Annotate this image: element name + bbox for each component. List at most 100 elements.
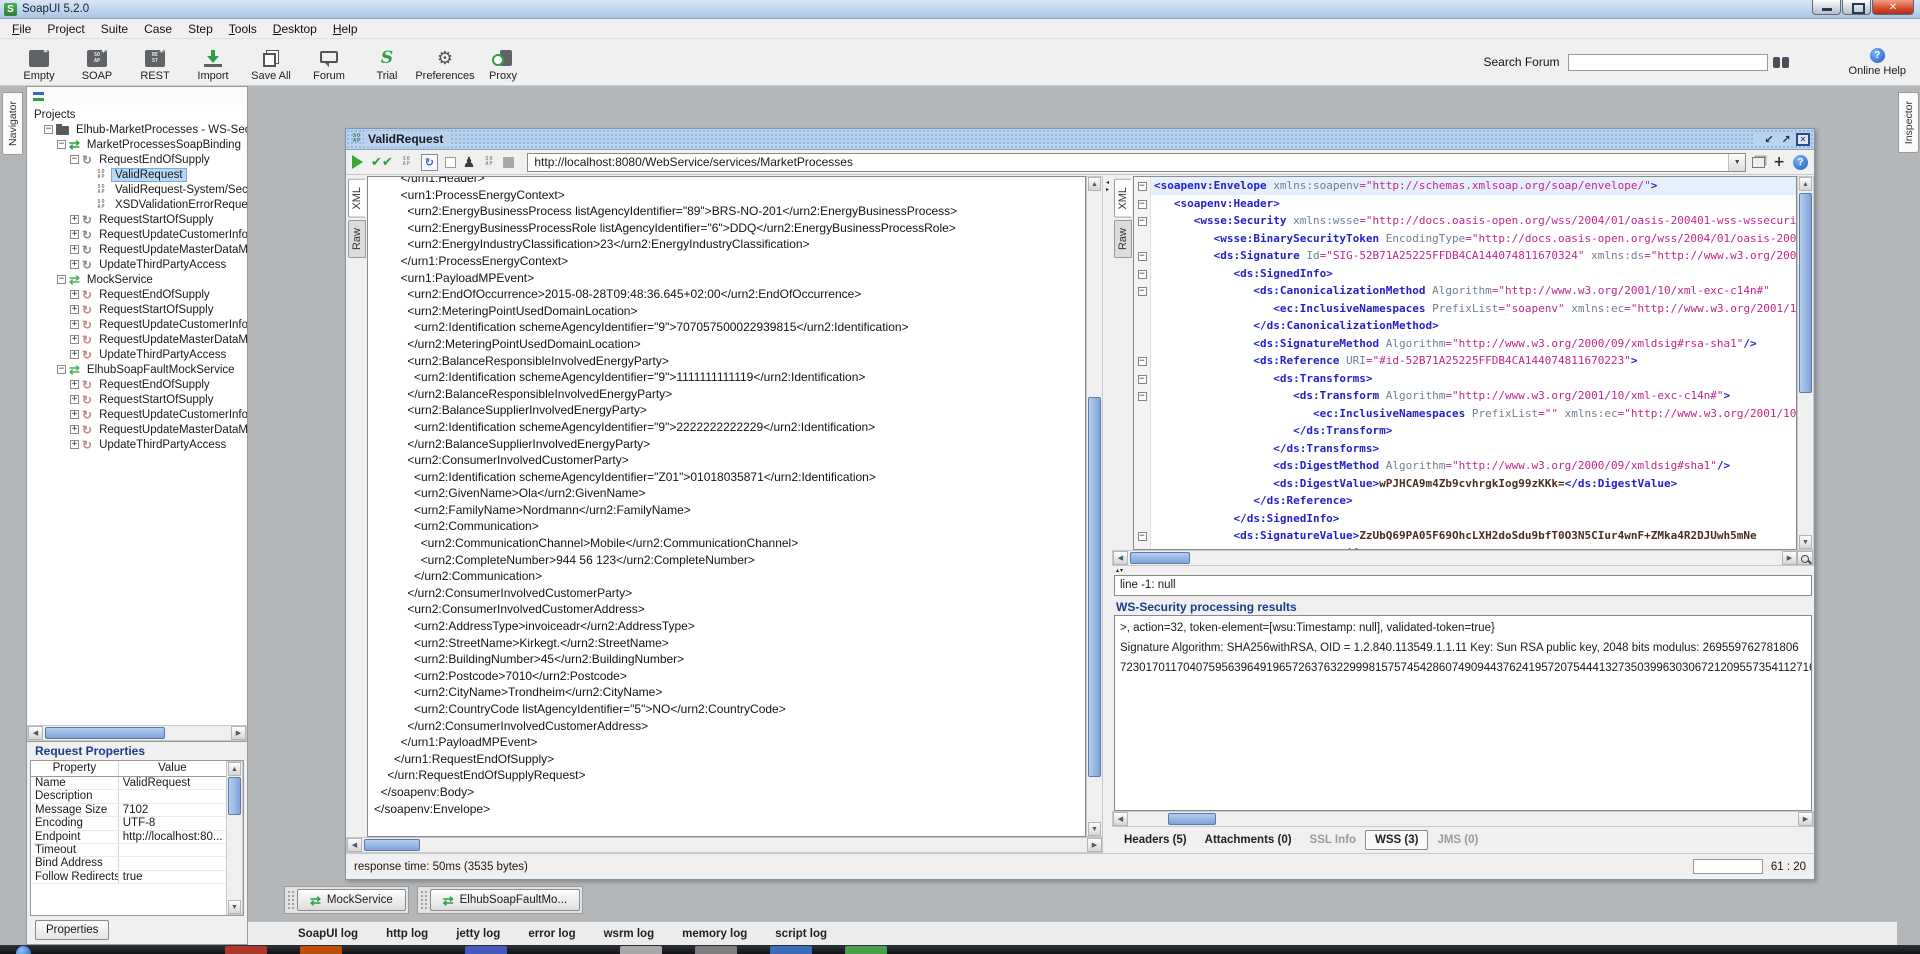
scrollbar-thumb[interactable] (364, 839, 420, 851)
scrollbar-thumb[interactable] (228, 777, 241, 815)
navigator-tab[interactable]: Navigator (2, 92, 23, 155)
resubmit-icon[interactable]: ✔✔ (371, 156, 393, 169)
log-tab-error[interactable]: error log (528, 928, 575, 940)
toolbar-empty-button[interactable]: Empty (10, 39, 68, 85)
inspector-tab[interactable]: Inspector (1898, 92, 1919, 153)
endpoint-combo[interactable]: http://localhost:8080/WebService/service… (527, 153, 1746, 172)
tree-item[interactable]: ↻UpdateThirdPartyAccess (27, 437, 247, 452)
submit-request-button[interactable] (352, 155, 363, 169)
log-tab-jetty[interactable]: jetty log (456, 928, 500, 940)
toolbar-proxy-button[interactable]: Proxy (474, 39, 532, 85)
property-row[interactable]: Follow Redirectstrue (31, 871, 226, 884)
column-header[interactable]: Value (119, 761, 226, 776)
tree-expander[interactable] (70, 260, 79, 269)
response-tab-wss[interactable]: WSS (3) (1365, 830, 1428, 850)
taskbar-icon[interactable] (620, 946, 662, 954)
log-tab-wsrm[interactable]: wsrm log (604, 928, 654, 940)
tree-item[interactable]: ↻RequestEndOfSupply (27, 152, 247, 167)
tree-options-icon[interactable] (33, 92, 44, 101)
tree-expander[interactable] (70, 215, 79, 224)
windows-taskbar[interactable] (0, 945, 1920, 954)
response-tab-headers[interactable]: Headers (5) (1124, 834, 1187, 846)
tree-expander[interactable] (70, 410, 79, 419)
tree-item[interactable]: SOAPXSDValidationErrorRequest (27, 197, 247, 212)
project-tree[interactable]: ProjectsElhub-MarketProcesses - WS-Secur… (27, 105, 247, 725)
properties-table[interactable]: PropertyValueNameValidRequestDescription… (31, 761, 226, 915)
editor-tab-xml[interactable]: XML (348, 179, 366, 218)
tree-expander[interactable] (70, 320, 79, 329)
toolbar-soap-button[interactable]: SOAP (68, 39, 126, 85)
clone-request-icon[interactable]: SOAP (482, 157, 496, 167)
property-row[interactable]: Endpointhttp://localhost:80... (31, 831, 226, 844)
tree-item[interactable]: ⇄ElhubSoapFaultMockService (27, 362, 247, 377)
fold-toggle-icon[interactable] (1138, 182, 1147, 191)
recreate-request-icon[interactable]: ↻ (421, 154, 438, 171)
search-forum-input[interactable] (1568, 54, 1768, 71)
fold-toggle-icon[interactable] (1138, 270, 1147, 279)
scrollbar-thumb[interactable] (1130, 552, 1190, 564)
scroll-right-button[interactable] (1782, 551, 1797, 565)
toolbar-rest-button[interactable]: REST (126, 39, 184, 85)
tree-item[interactable]: ↻RequestUpdateMasterDataMeter (27, 422, 247, 437)
log-tab-soapui[interactable]: SoapUI log (298, 928, 358, 940)
online-help-button[interactable]: ? Online Help (1849, 48, 1906, 77)
tree-expander[interactable] (70, 350, 79, 359)
log-tab-memory[interactable]: memory log (682, 928, 747, 940)
toolbar-forum-button[interactable]: Forum (300, 39, 358, 85)
tree-item[interactable]: ↻UpdateThirdPartyAccess (27, 257, 247, 272)
tree-expander[interactable] (70, 305, 79, 314)
tree-expander[interactable] (57, 365, 66, 374)
scroll-right-button[interactable] (1798, 812, 1813, 826)
properties-tab[interactable]: Properties (35, 920, 109, 940)
scrollbar-thumb[interactable] (45, 727, 165, 739)
toolbar-import-button[interactable]: Import (184, 39, 242, 85)
close-button[interactable] (1872, 0, 1914, 15)
add-icon[interactable]: + (1773, 155, 1785, 169)
tree-expander[interactable] (70, 440, 79, 449)
create-empty-request-icon[interactable]: ♟ (463, 155, 476, 169)
tree-item[interactable]: ↻RequestUpdateCustomerInform (27, 317, 247, 332)
scroll-right-button[interactable] (231, 726, 246, 740)
scroll-left-button[interactable] (347, 838, 362, 852)
scroll-up-button[interactable] (228, 762, 241, 776)
toolbar-save-all-button[interactable]: Save All (242, 39, 300, 85)
response-tab-attachments[interactable]: Attachments (0) (1205, 834, 1292, 846)
response-vertical-scrollbar[interactable] (1797, 176, 1814, 550)
request-horizontal-scrollbar[interactable] (346, 837, 1103, 853)
magnifier-icon[interactable] (1797, 551, 1813, 565)
tree-item[interactable]: ↻RequestUpdateMasterDataMeter (27, 332, 247, 347)
tree-expander[interactable] (57, 275, 66, 284)
tree-expander[interactable] (70, 290, 79, 299)
scroll-left-button[interactable] (28, 726, 43, 740)
log-tab-script[interactable]: script log (775, 928, 827, 940)
tree-horizontal-scrollbar[interactable] (27, 725, 247, 741)
fold-toggle-icon[interactable] (1138, 252, 1147, 261)
property-row[interactable]: Bind Address (31, 857, 226, 870)
response-horizontal-scrollbar[interactable] (1112, 550, 1814, 566)
drag-grip[interactable] (287, 890, 295, 910)
fold-toggle-icon[interactable] (1138, 392, 1147, 401)
tree-expander[interactable] (70, 395, 79, 404)
property-row[interactable]: NameValidRequest (31, 777, 226, 790)
add-to-testcase-icon[interactable]: SOAP (400, 157, 414, 167)
editor-tab-raw[interactable]: Raw (348, 220, 366, 258)
menu-step[interactable]: Step (180, 20, 221, 38)
scroll-up-button[interactable] (1088, 177, 1101, 191)
menu-project[interactable]: Project (39, 20, 92, 38)
help-icon[interactable]: ? (1793, 155, 1808, 170)
tree-expander[interactable] (70, 230, 79, 239)
tree-expander[interactable] (70, 155, 79, 164)
tree-item[interactable]: ↻RequestStartOfSupply (27, 302, 247, 317)
tree-item[interactable]: Elhub-MarketProcesses - WS-Security (27, 122, 247, 137)
response-xml-editor[interactable]: <soapenv:Envelope xmlns:soapenv="http://… (1133, 176, 1797, 550)
scroll-up-button[interactable] (1799, 177, 1812, 191)
menu-tools[interactable]: Tools (221, 20, 265, 38)
tree-item[interactable]: ↻RequestEndOfSupply (27, 377, 247, 392)
taskbar-icon[interactable] (225, 946, 267, 954)
fold-toggle-icon[interactable] (1138, 357, 1147, 366)
log-splitter[interactable]: ▴▾ (1112, 566, 1814, 575)
scroll-left-button[interactable] (1113, 812, 1128, 826)
fold-toggle-icon[interactable] (1138, 375, 1147, 384)
minimize-button[interactable] (1812, 0, 1841, 15)
request-xml-editor[interactable]: </urn1:Header> <urn1:ProcessEnergyContex… (367, 176, 1086, 837)
